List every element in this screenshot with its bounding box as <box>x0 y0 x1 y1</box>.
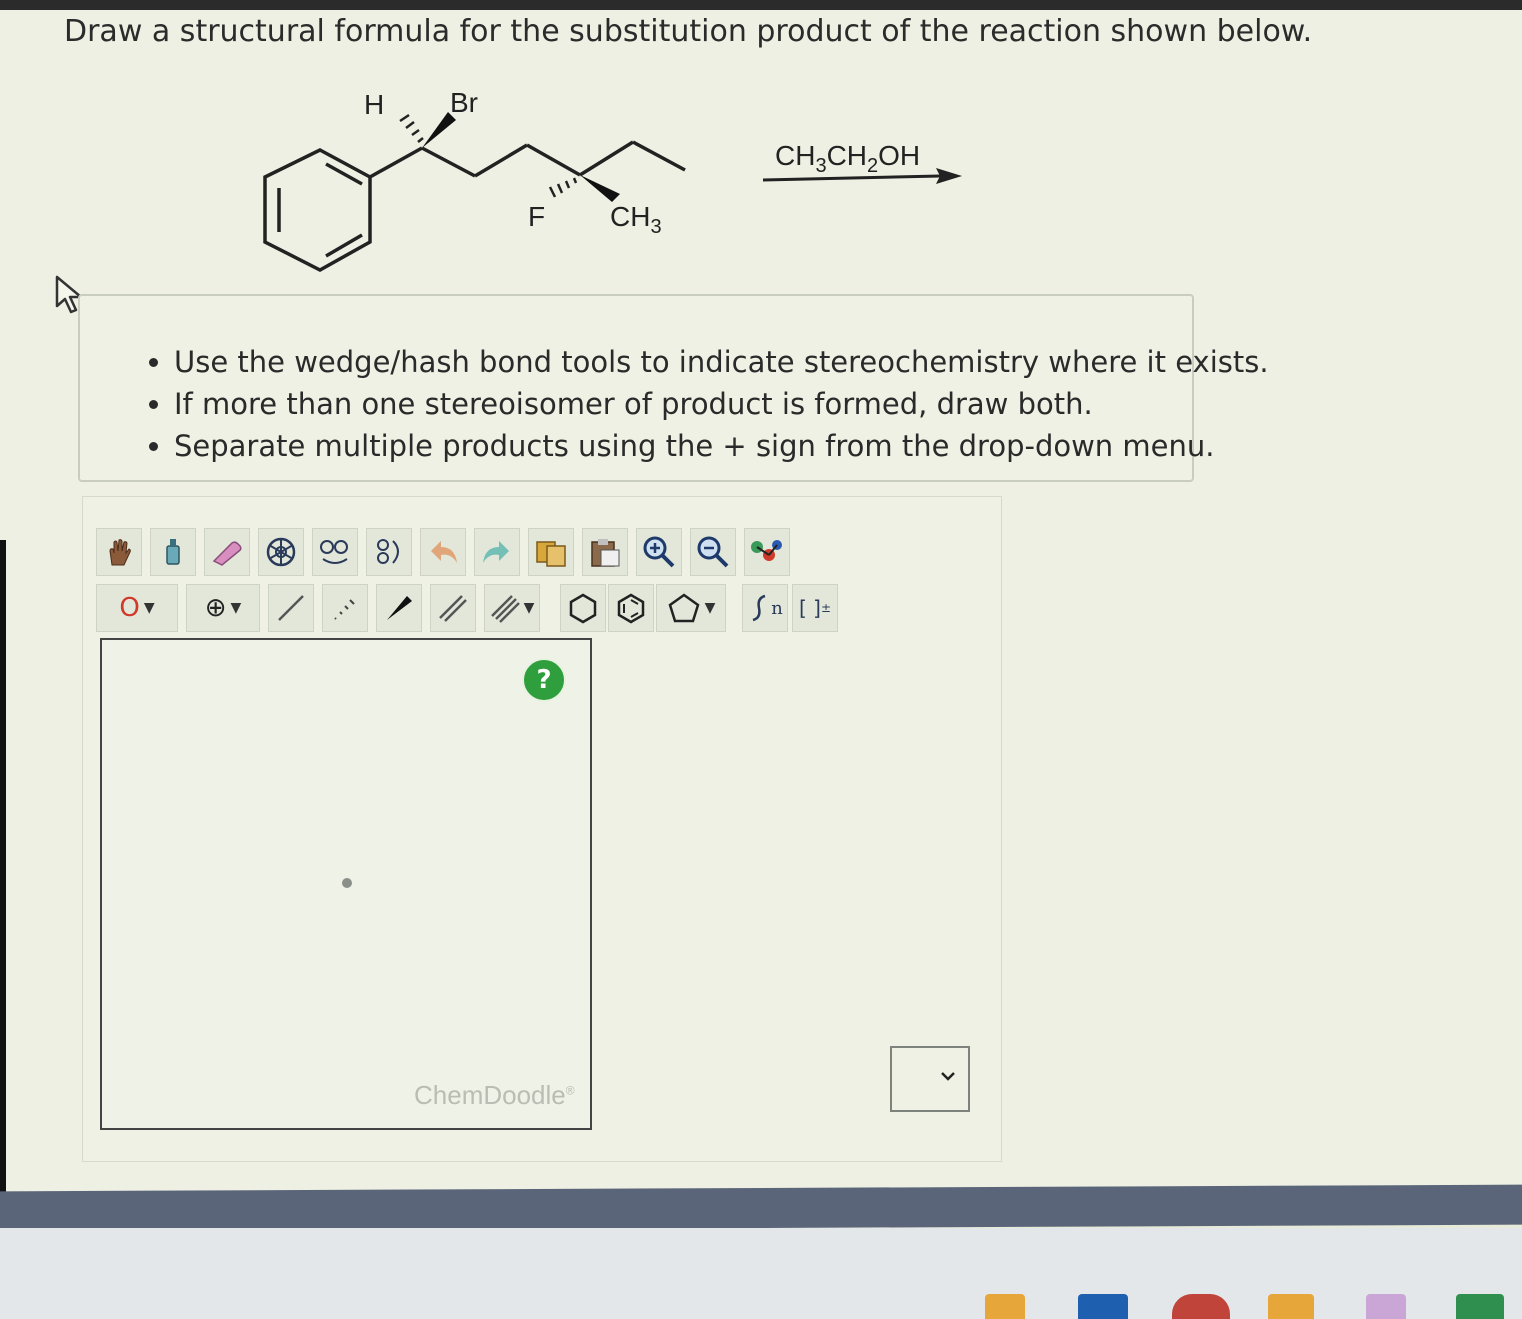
hash-bond-icon <box>334 599 355 620</box>
chevron-down-icon: ▼ <box>523 600 535 616</box>
double-bond-icon <box>439 595 467 622</box>
window-bottom-border <box>0 1184 1522 1232</box>
sgroup-label: n <box>771 597 783 619</box>
instructions-list: Use the wedge/hash bond tools to indicat… <box>140 344 1269 464</box>
cyclohexane-button[interactable] <box>560 584 606 632</box>
zoom-out-icon <box>697 536 729 568</box>
hash-bond-button[interactable] <box>322 584 368 632</box>
instructions-panel: Use the wedge/hash bond tools to indicat… <box>78 294 1269 482</box>
eraser-tool-button[interactable] <box>204 528 250 576</box>
atom-selector-dropdown[interactable]: O ▼ <box>96 584 178 632</box>
undo-icon <box>431 541 457 563</box>
spreadsheet-icon[interactable] <box>1456 1294 1504 1319</box>
cyclohexane-icon <box>569 593 597 624</box>
benzene-ring <box>263 148 372 272</box>
calculator-icon[interactable] <box>1366 1294 1406 1319</box>
clean-tool-button[interactable] <box>312 528 358 576</box>
triple-bond-dropdown[interactable]: ▼ <box>484 584 540 632</box>
copy-icon <box>536 541 566 567</box>
molecule-flip-icon <box>377 539 399 564</box>
reagent-label: CH3CH2OH <box>775 140 920 177</box>
hash-bond-f <box>548 177 578 198</box>
atom-map-button[interactable] <box>744 528 790 576</box>
question-text: Draw a structural formula for the substi… <box>64 14 1313 49</box>
lasso-tool-button[interactable] <box>150 528 196 576</box>
bracket-label: [ ] <box>798 596 821 620</box>
cyclopentane-icon <box>668 593 700 623</box>
atom-color-icon <box>751 540 782 561</box>
bracket-sup: ± <box>820 601 832 615</box>
chevron-down-icon: ▼ <box>230 600 242 616</box>
copy-button[interactable] <box>528 528 574 576</box>
carbon-chain <box>369 140 686 179</box>
canvas-center-dot <box>342 878 352 888</box>
brand-text: ChemDoodle <box>414 1080 566 1110</box>
atom-label-h: H <box>364 89 384 120</box>
molecule-clean-icon <box>320 540 348 564</box>
sgroup-button[interactable]: n <box>742 584 788 632</box>
hand-icon <box>109 539 131 566</box>
chevron-down-icon <box>941 1072 955 1081</box>
zoom-in-button[interactable] <box>636 528 682 576</box>
wedge-bond-icon <box>387 596 412 620</box>
benzene-icon <box>617 593 645 624</box>
sgroup-icon <box>752 594 766 622</box>
zoom-out-button[interactable] <box>690 528 736 576</box>
top-bar <box>0 0 1522 10</box>
triple-bond-icon <box>490 595 520 623</box>
help-button[interactable]: ? <box>522 658 566 702</box>
chevron-down-icon: ▼ <box>143 600 155 616</box>
browser-icon[interactable] <box>1172 1294 1230 1319</box>
zoom-in-icon <box>643 536 675 568</box>
flip-tool-button[interactable] <box>366 528 412 576</box>
paste-button[interactable] <box>582 528 628 576</box>
window-edge <box>0 540 6 1200</box>
atom-label-br: Br <box>450 87 478 118</box>
cyclopentane-dropdown[interactable]: ▼ <box>656 584 726 632</box>
lasso-bottle-icon <box>166 539 180 565</box>
hash-bond-h <box>399 113 424 143</box>
single-bond-icon <box>278 595 304 621</box>
single-bond-button[interactable] <box>268 584 314 632</box>
atom-selector-label: O <box>119 593 140 623</box>
hand-tool-button[interactable] <box>96 528 142 576</box>
instruction-item: If more than one stereoisomer of product… <box>174 386 1192 422</box>
paste-icon <box>591 539 620 567</box>
charge-plus-icon: ⊕ <box>204 593 227 623</box>
undo-button[interactable] <box>420 528 466 576</box>
eraser-icon <box>212 541 242 566</box>
product-separator-select[interactable] <box>890 1046 970 1112</box>
redo-icon <box>483 541 509 563</box>
app-icon[interactable] <box>1078 1294 1128 1319</box>
ring-template-icon <box>266 537 296 567</box>
double-bond-button[interactable] <box>430 584 476 632</box>
wedge-bond-button[interactable] <box>376 584 422 632</box>
bracket-charge-button[interactable]: [ ] ± <box>792 584 838 632</box>
folder-icon[interactable] <box>985 1294 1025 1319</box>
instruction-item: Use the wedge/hash bond tools to indicat… <box>174 344 1269 380</box>
template-tool-button[interactable] <box>258 528 304 576</box>
benzene-button[interactable] <box>608 584 654 632</box>
charge-dropdown[interactable]: ⊕ ▼ <box>186 584 260 632</box>
files-icon[interactable] <box>1268 1294 1314 1319</box>
reaction-scheme: H Br F CH3 CH3CH2OH <box>263 87 962 272</box>
editor-toolbar: O ▼ ⊕ ▼ ▼ ▼ n [ ] ± <box>96 514 856 634</box>
wedge-bond-ch3 <box>580 175 620 202</box>
atom-label-ch3: CH3 <box>610 201 662 238</box>
chevron-down-icon: ▼ <box>704 600 716 616</box>
chemdoodle-watermark: ChemDoodle® <box>414 1080 575 1111</box>
instruction-item: Separate multiple products using the + s… <box>174 428 1214 464</box>
redo-button[interactable] <box>474 528 520 576</box>
atom-label-f: F <box>528 201 545 232</box>
brand-mark: ® <box>565 1083 575 1098</box>
